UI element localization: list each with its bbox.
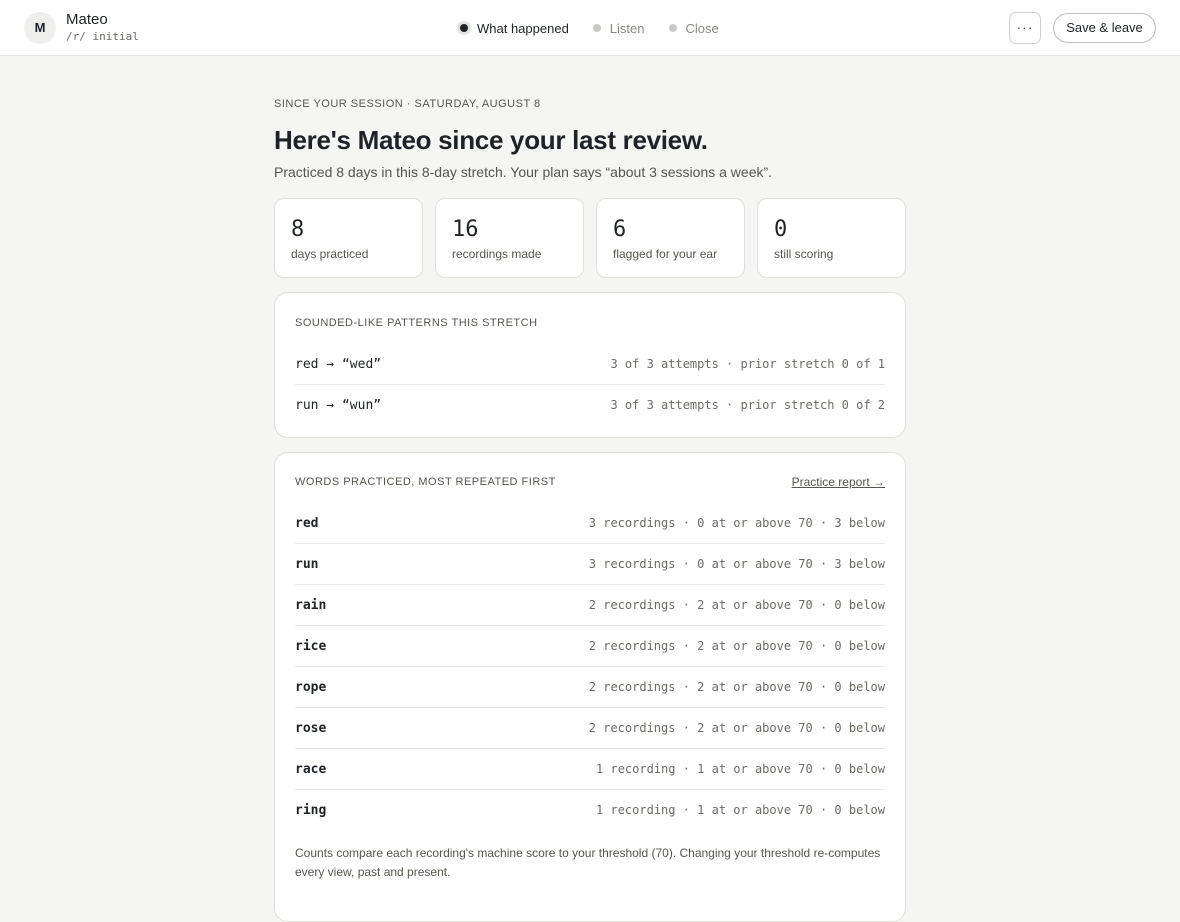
pattern-word: red → “wed” [295, 356, 382, 372]
word-label: rose [295, 720, 327, 736]
word-detail: 2 recordings · 2 at or above 70 · 0 belo… [588, 639, 885, 653]
word-label: red [295, 515, 319, 531]
stat-value: 8 [291, 217, 305, 242]
pattern-detail: 3 of 3 attempts · prior stretch 0 of 2 [610, 398, 885, 412]
word-row: rice 2 recordings · 2 at or above 70 · 0… [295, 626, 885, 667]
practice-summary: Practiced 8 days in this 8-day stretch. … [274, 164, 773, 180]
pattern-detail: 3 of 3 attempts · prior stretch 0 of 1 [610, 357, 885, 371]
word-label: race [295, 761, 327, 777]
stats-row: 8 days practiced 16 recordings made 6 fl… [274, 198, 906, 278]
ellipsis-icon: ··· [1016, 19, 1034, 35]
words-practiced-card: WORDS PRACTICED, MOST REPEATED FIRST Pra… [274, 452, 906, 922]
word-row: red 3 recordings · 0 at or above 70 · 3 … [295, 503, 885, 544]
stat-label: recordings made [452, 247, 542, 261]
word-detail: 3 recordings · 0 at or above 70 · 3 belo… [588, 516, 885, 530]
save-and-leave-button[interactable]: Save & leave [1053, 13, 1156, 43]
word-row: ring 1 recording · 1 at or above 70 · 0 … [295, 790, 885, 830]
student-name: Mateo [66, 11, 108, 28]
student-target-sound: /r/ initial [66, 30, 139, 43]
word-row: run 3 recordings · 0 at or above 70 · 3 … [295, 544, 885, 585]
step-dot-icon [668, 24, 677, 32]
main-content: SINCE YOUR SESSION · SATURDAY, AUGUST 8 … [274, 98, 906, 922]
stat-card-days-practiced: 8 days practiced [274, 198, 423, 278]
word-row: rain 2 recordings · 2 at or above 70 · 0… [295, 585, 885, 626]
step-listen[interactable]: Listen [592, 20, 645, 36]
word-label: run [295, 556, 319, 572]
step-what-happened[interactable]: What happened [460, 21, 569, 36]
pattern-word: run → “wun” [295, 397, 382, 413]
step-dot-icon [592, 24, 601, 32]
step-label: Listen [609, 20, 645, 36]
step-close[interactable]: Close [668, 20, 719, 36]
step-label: Close [685, 20, 719, 36]
card-title: SOUNDED-LIKE PATTERNS THIS STRETCH [295, 317, 538, 329]
word-detail: 2 recordings · 2 at or above 70 · 0 belo… [588, 680, 885, 694]
stat-value: 16 [452, 217, 479, 242]
practice-report-link[interactable]: Practice report → [792, 475, 885, 489]
avatar: M [24, 12, 56, 44]
word-detail: 2 recordings · 2 at or above 70 · 0 belo… [588, 598, 885, 612]
stat-value: 6 [613, 217, 627, 242]
card-title: WORDS PRACTICED, MOST REPEATED FIRST [295, 476, 556, 488]
stat-card-still-scoring: 0 still scoring [757, 198, 906, 278]
page-title: Here's Mateo since your last review. [274, 125, 708, 155]
step-label: What happened [477, 20, 569, 36]
stat-label: flagged for your ear [613, 247, 718, 261]
stat-card-recordings-made: 16 recordings made [435, 198, 584, 278]
pattern-row: red → “wed” 3 of 3 attempts · prior stre… [295, 344, 885, 385]
word-label: rice [295, 638, 327, 654]
stat-label: days practiced [291, 247, 369, 261]
word-detail: 1 recording · 1 at or above 70 · 0 below [596, 803, 885, 817]
threshold-footnote: Counts compare each recording's machine … [295, 846, 881, 879]
word-label: rope [295, 679, 327, 695]
word-detail: 3 recordings · 0 at or above 70 · 3 belo… [588, 557, 885, 571]
session-date-eyebrow: SINCE YOUR SESSION · SATURDAY, AUGUST 8 [274, 98, 541, 110]
top-bar: M Mateo /r/ initial What happened Listen… [0, 0, 1180, 56]
stat-card-flagged: 6 flagged for your ear [596, 198, 745, 278]
word-detail: 2 recordings · 2 at or above 70 · 0 belo… [588, 721, 885, 735]
word-label: ring [295, 802, 327, 818]
more-options-button[interactable]: ··· [1009, 12, 1041, 44]
word-label: rain [295, 597, 327, 613]
step-active-dot-icon [460, 24, 468, 32]
word-detail: 1 recording · 1 at or above 70 · 0 below [596, 762, 885, 776]
sounded-like-patterns-card: SOUNDED-LIKE PATTERNS THIS STRETCH red →… [274, 292, 906, 438]
word-row: rose 2 recordings · 2 at or above 70 · 0… [295, 708, 885, 749]
word-row: race 1 recording · 1 at or above 70 · 0 … [295, 749, 885, 790]
pattern-row: run → “wun” 3 of 3 attempts · prior stre… [295, 385, 885, 425]
stat-label: still scoring [774, 247, 834, 261]
step-indicator: What happened Listen Close [460, 19, 743, 37]
stat-value: 0 [774, 217, 788, 242]
word-row: rope 2 recordings · 2 at or above 70 · 0… [295, 667, 885, 708]
